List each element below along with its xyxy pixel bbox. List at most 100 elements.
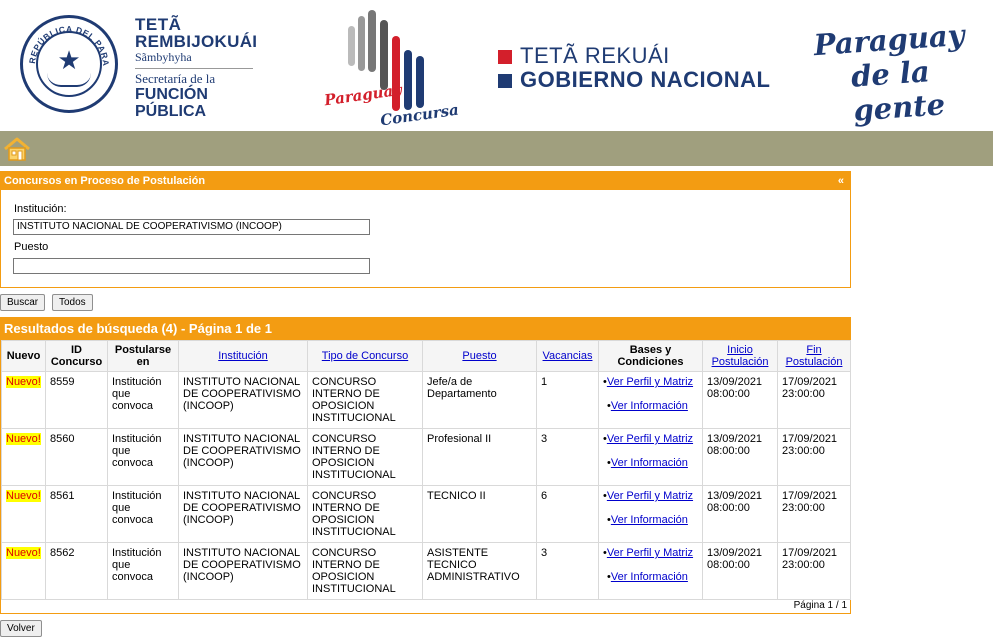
cell-postularse: Institución que convoca bbox=[107, 371, 179, 429]
sort-institucion-link[interactable]: Institución bbox=[218, 350, 268, 362]
sort-fin-link[interactable]: Fin Postulación bbox=[786, 344, 843, 368]
ver-informacion-link[interactable]: Ver Información bbox=[611, 571, 688, 583]
col-institucion: Institución bbox=[178, 340, 308, 372]
ver-informacion-link[interactable]: Ver Información bbox=[611, 514, 688, 526]
paraguay-concursa-logo: Paraguay Concursa bbox=[322, 6, 462, 129]
table-row: Nuevo! 8559 Institución que convoca INST… bbox=[1, 371, 851, 429]
search-panel: Concursos en Proceso de Postulación « In… bbox=[0, 171, 851, 288]
todos-button[interactable]: Todos bbox=[52, 294, 93, 311]
nuevo-badge: Nuevo! bbox=[6, 433, 41, 445]
national-seal-logo: REPÚBLICA DEL PARAGUAY ★ bbox=[20, 15, 118, 113]
cell-fin: 17/09/2021 23:00:00 bbox=[777, 371, 851, 429]
cell-vacancias: 1 bbox=[536, 371, 599, 429]
fp-line6: PÚBLICA bbox=[135, 103, 207, 120]
col-puesto: Puesto bbox=[422, 340, 537, 372]
cell-puesto: ASISTENTE TECNICO ADMINISTRATIVO bbox=[422, 542, 537, 600]
nuevo-badge: Nuevo! bbox=[6, 547, 41, 559]
col-nuevo: Nuevo bbox=[1, 340, 46, 372]
col-bases: Bases y Condiciones bbox=[598, 340, 703, 372]
sort-inicio-link[interactable]: Inicio Postulación bbox=[712, 344, 769, 368]
cell-puesto: TECNICO II bbox=[422, 485, 537, 543]
cell-institucion: INSTITUTO NACIONAL DE COOPERATIVISMO (IN… bbox=[178, 371, 308, 429]
ver-perfil-link[interactable]: Ver Perfil y Matriz bbox=[607, 433, 693, 445]
cell-id: 8559 bbox=[45, 371, 108, 429]
sort-tipo-link[interactable]: Tipo de Concurso bbox=[322, 350, 408, 362]
cell-inicio: 13/09/2021 08:00:00 bbox=[702, 371, 778, 429]
cell-vacancias: 3 bbox=[536, 542, 599, 600]
cell-institucion: INSTITUTO NACIONAL DE COOPERATIVISMO (IN… bbox=[178, 485, 308, 543]
star-icon: ★ bbox=[57, 45, 81, 75]
cell-institucion: INSTITUTO NACIONAL DE COOPERATIVISMO (IN… bbox=[178, 428, 308, 486]
cell-vacancias: 3 bbox=[536, 428, 599, 486]
institucion-label: Institución: bbox=[14, 203, 67, 215]
cell-nuevo: Nuevo! bbox=[1, 371, 46, 429]
cell-id: 8560 bbox=[45, 428, 108, 486]
volver-button[interactable]: Volver bbox=[0, 620, 42, 637]
cell-bases: •Ver Perfil y Matriz •Ver Información bbox=[598, 542, 703, 600]
pagination-info: Página 1 / 1 bbox=[793, 600, 847, 611]
nuevo-badge: Nuevo! bbox=[6, 376, 41, 388]
cell-tipo: CONCURSO INTERNO DE OPOSICION INSTITUCIO… bbox=[307, 371, 423, 429]
table-row: Nuevo! 8560 Institución que convoca INST… bbox=[1, 428, 851, 486]
search-panel-title: Concursos en Proceso de Postulación bbox=[4, 175, 206, 187]
table-row: Nuevo! 8562 Institución que convoca INST… bbox=[1, 542, 851, 600]
funcion-publica-logo: TETÃ REMBIJOKUÁI Sãmbyhyha Secretaría de… bbox=[135, 16, 257, 120]
blue-square-icon bbox=[498, 74, 512, 88]
slogan-line2: de la gente bbox=[849, 54, 947, 128]
ver-perfil-link[interactable]: Ver Perfil y Matriz bbox=[607, 490, 693, 502]
fp-line2: REMBIJOKUÁI bbox=[135, 32, 258, 51]
ver-informacion-link[interactable]: Ver Información bbox=[611, 457, 688, 469]
table-row: Nuevo! 8561 Institución que convoca INST… bbox=[1, 485, 851, 543]
cell-fin: 17/09/2021 23:00:00 bbox=[777, 428, 851, 486]
ver-perfil-link[interactable]: Ver Perfil y Matriz bbox=[607, 547, 693, 559]
cell-bases: •Ver Perfil y Matriz •Ver Información bbox=[598, 428, 703, 486]
red-square-icon bbox=[498, 50, 512, 64]
cell-postularse: Institución que convoca bbox=[107, 428, 179, 486]
buscar-button[interactable]: Buscar bbox=[0, 294, 46, 311]
sort-vacancias-link[interactable]: Vacancias bbox=[543, 350, 593, 362]
cell-institucion: INSTITUTO NACIONAL DE COOPERATIVISMO (IN… bbox=[178, 542, 308, 600]
search-panel-header: Concursos en Proceso de Postulación « bbox=[1, 172, 850, 190]
results-panel: Resultados de búsqueda (4) - Página 1 de… bbox=[0, 317, 851, 614]
cell-bases: •Ver Perfil y Matriz •Ver Información bbox=[598, 371, 703, 429]
cell-nuevo: Nuevo! bbox=[1, 428, 46, 486]
cell-puesto: Profesional II bbox=[422, 428, 537, 486]
col-fin: Fin Postulación bbox=[777, 340, 851, 372]
cell-id: 8561 bbox=[45, 485, 108, 543]
gobierno-line1: TETÃ REKUÁI bbox=[520, 43, 670, 68]
cell-id: 8562 bbox=[45, 542, 108, 600]
collapse-icon[interactable]: « bbox=[838, 172, 844, 190]
fp-line5: FUNCIÓN bbox=[135, 86, 208, 103]
cell-tipo: CONCURSO INTERNO DE OPOSICION INSTITUCIO… bbox=[307, 428, 423, 486]
ver-perfil-link[interactable]: Ver Perfil y Matriz bbox=[607, 376, 693, 388]
puesto-field[interactable] bbox=[13, 258, 370, 274]
home-icon[interactable] bbox=[3, 136, 31, 162]
wreath-icon bbox=[47, 73, 91, 87]
sort-puesto-link[interactable]: Puesto bbox=[462, 350, 496, 362]
cell-inicio: 13/09/2021 08:00:00 bbox=[702, 485, 778, 543]
page-header: REPÚBLICA DEL PARAGUAY ★ TETÃ REMBIJOKUÁ… bbox=[0, 0, 993, 131]
institucion-field[interactable]: INSTITUTO NACIONAL DE COOPERATIVISMO (IN… bbox=[13, 219, 370, 235]
fp-line1: TETÃ bbox=[135, 15, 182, 34]
results-table: Nuevo ID Concurso Postularse en Instituc… bbox=[1, 340, 851, 600]
paraguay-de-la-gente-logo: Paraguay de la gente bbox=[813, 16, 993, 130]
ver-informacion-link[interactable]: Ver Información bbox=[611, 400, 688, 412]
cell-tipo: CONCURSO INTERNO DE OPOSICION INSTITUCIO… bbox=[307, 542, 423, 600]
results-title: Resultados de búsqueda (4) - Página 1 de… bbox=[1, 318, 850, 340]
cell-bases: •Ver Perfil y Matriz •Ver Información bbox=[598, 485, 703, 543]
gobierno-line2: GOBIERNO NACIONAL bbox=[520, 67, 771, 92]
cell-tipo: CONCURSO INTERNO DE OPOSICION INSTITUCIO… bbox=[307, 485, 423, 543]
gobierno-nacional-logo: TETÃ REKUÁI GOBIERNO NACIONAL bbox=[498, 44, 771, 92]
seal-inner: ★ bbox=[36, 31, 102, 97]
cell-puesto: Jefe/a de Departamento bbox=[422, 371, 537, 429]
cell-fin: 17/09/2021 23:00:00 bbox=[777, 542, 851, 600]
col-vacancias: Vacancias bbox=[536, 340, 599, 372]
col-id: ID Concurso bbox=[45, 340, 108, 372]
cell-inicio: 13/09/2021 08:00:00 bbox=[702, 428, 778, 486]
cell-nuevo: Nuevo! bbox=[1, 542, 46, 600]
nuevo-badge: Nuevo! bbox=[6, 490, 41, 502]
cell-fin: 17/09/2021 23:00:00 bbox=[777, 485, 851, 543]
cell-postularse: Institución que convoca bbox=[107, 542, 179, 600]
col-inicio: Inicio Postulación bbox=[702, 340, 778, 372]
puesto-label: Puesto bbox=[14, 241, 49, 253]
